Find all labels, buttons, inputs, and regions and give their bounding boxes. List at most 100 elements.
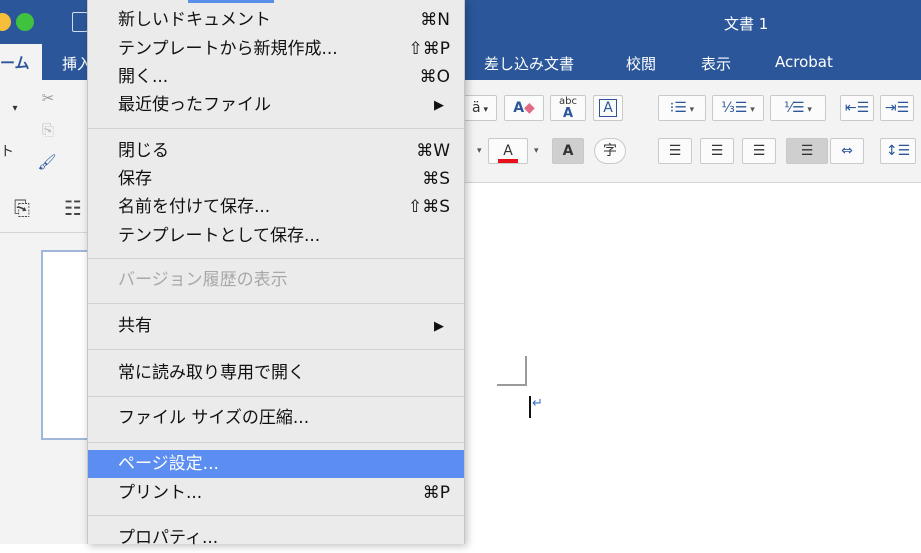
justify-button[interactable]: ☰ xyxy=(786,138,828,164)
submenu-arrow-icon: ▶ xyxy=(434,98,444,113)
sidebar-toggle-icon[interactable] xyxy=(72,12,88,32)
menu-item-label: 共有 xyxy=(118,316,152,336)
cut-icon[interactable]: ✂ xyxy=(36,86,60,110)
menu-item-share[interactable]: 共有 ▶ xyxy=(88,312,464,341)
align-right-button[interactable]: ☰ xyxy=(742,138,776,164)
menu-separator xyxy=(88,128,464,129)
justify-icon: ☰ xyxy=(800,143,814,159)
tab-home[interactable]: ーム xyxy=(0,44,42,81)
menu-shortcut: ⇧⌘P xyxy=(408,39,451,59)
tab-review[interactable]: 校閲 xyxy=(626,53,656,74)
increase-indent-button[interactable]: ⇥☰ xyxy=(880,95,914,121)
menu-item-label: 最近使ったファイル xyxy=(118,95,271,115)
menu-separator xyxy=(88,349,464,350)
minimize-button[interactable] xyxy=(0,13,11,31)
menu-item-label: ファイル サイズの圧縮... xyxy=(118,408,310,428)
menu-separator xyxy=(88,442,464,443)
text-effects-glyph: A xyxy=(513,100,525,116)
line-spacing-icon: ↕☰ xyxy=(885,143,911,159)
character-border-button[interactable]: A xyxy=(593,95,623,121)
menu-item-label: プリント... xyxy=(118,483,203,503)
menu-shortcut: ⇧⌘S xyxy=(407,197,450,217)
decrease-indent-button[interactable]: ⇤☰ xyxy=(840,95,874,121)
menu-item-label: テンプレートとして保存... xyxy=(118,226,321,246)
numbered-list-icon: ⅓☰ xyxy=(721,100,748,116)
enclose-characters-button[interactable]: 字 xyxy=(594,138,626,164)
menu-item-open[interactable]: 開く... ⌘O xyxy=(88,63,464,92)
phonetic-guide-icon: A xyxy=(562,106,574,121)
line-spacing-button[interactable]: ↕☰ xyxy=(880,138,916,164)
distributed-button[interactable]: ⇔ xyxy=(830,138,864,164)
multilevel-list-button[interactable]: ⅟☰ ▾ xyxy=(770,95,826,121)
menu-item-save[interactable]: 保存 ⌘S xyxy=(88,165,464,194)
menu-item-always-open-read-only[interactable]: 常に読み取り専用で開く xyxy=(88,359,464,388)
enclose-characters-glyph: 字 xyxy=(603,143,617,159)
change-case-button[interactable]: ä ▾ xyxy=(463,95,497,121)
character-border-glyph: A xyxy=(599,99,617,117)
menu-shortcut: ⌘P xyxy=(422,483,450,503)
font-color-glyph: A xyxy=(498,143,518,163)
align-center-icon: ☰ xyxy=(710,143,724,159)
menu-separator xyxy=(88,396,464,397)
dropdown-arrow-icon[interactable]: ▾ xyxy=(8,97,22,121)
phonetic-guide-button[interactable]: abc A xyxy=(550,95,586,121)
align-center-button[interactable]: ☰ xyxy=(700,138,734,164)
menu-shortcut: ⌘N xyxy=(420,10,450,30)
dropdown-arrow-icon: ▾ xyxy=(747,105,755,115)
tab-mailings[interactable]: 差し込み文書 xyxy=(484,53,574,74)
menu-item-label: バージョン履歴の表示 xyxy=(118,270,288,290)
outline-list-icon[interactable]: ☷ xyxy=(64,196,82,220)
zoom-button[interactable] xyxy=(16,13,34,31)
text-cursor xyxy=(529,396,531,418)
dropdown-arrow-icon: ▾ xyxy=(686,105,695,115)
text-effects-button[interactable]: A◆ xyxy=(504,95,544,121)
menu-title-highlight xyxy=(188,0,274,3)
menu-item-close[interactable]: 閉じる ⌘W xyxy=(88,137,464,166)
paste-label: ト xyxy=(0,144,14,160)
menu-item-save-as[interactable]: 名前を付けて保存... ⇧⌘S xyxy=(88,193,464,222)
character-shading-button[interactable]: A xyxy=(552,138,584,164)
menu-item-label: 常に読み取り専用で開く xyxy=(118,363,305,383)
bullet-list-icon: ⁝☰ xyxy=(669,100,687,116)
menu-item-version-history: バージョン履歴の表示 xyxy=(88,266,464,295)
menu-item-new-from-template[interactable]: テンプレートから新規作成... ⇧⌘P xyxy=(88,35,464,64)
dropdown-arrow-icon: ▾ xyxy=(480,105,488,115)
menu-item-new-document[interactable]: 新しいドキュメント ⌘N xyxy=(88,6,464,35)
menu-item-label: 新しいドキュメント xyxy=(118,10,271,30)
menu-item-label: 保存 xyxy=(118,169,152,189)
dropdown-arrow-icon[interactable]: ▾ xyxy=(534,146,539,156)
menu-shortcut: ⌘W xyxy=(416,141,450,161)
menu-separator xyxy=(88,258,464,259)
menu-item-print[interactable]: プリント... ⌘P xyxy=(88,479,464,508)
tab-acrobat[interactable]: Acrobat xyxy=(775,53,833,71)
font-color-button[interactable]: A xyxy=(488,138,528,164)
multilevel-list-icon: ⅟☰ xyxy=(784,100,805,116)
character-shading-glyph: A xyxy=(562,143,574,159)
align-right-icon: ☰ xyxy=(752,143,766,159)
menu-separator xyxy=(88,303,464,304)
thumbnails-icon[interactable]: ⎘ xyxy=(14,196,30,220)
menu-item-page-setup[interactable]: ページ設定... xyxy=(88,450,464,478)
distributed-icon: ⇔ xyxy=(841,143,853,159)
copy-icon[interactable]: ⎘ xyxy=(36,118,60,142)
dropdown-arrow-icon[interactable]: ▾ xyxy=(477,146,482,156)
margin-corner-marker xyxy=(497,356,527,386)
menu-item-recent-files[interactable]: 最近使ったファイル ▶ xyxy=(88,91,464,120)
menu-item-save-as-template[interactable]: テンプレートとして保存... xyxy=(88,222,464,251)
paragraph-mark: ↵ xyxy=(532,396,543,411)
menu-item-properties[interactable]: プロパティ... xyxy=(88,524,464,553)
menu-item-label: 名前を付けて保存... xyxy=(118,197,271,217)
format-painter-icon[interactable]: 🖌 xyxy=(34,150,60,174)
menu-shortcut: ⌘O xyxy=(419,67,450,87)
increase-indent-icon: ⇥☰ xyxy=(884,100,910,116)
tab-view[interactable]: 表示 xyxy=(701,53,731,74)
bullets-button[interactable]: ⁝☰ ▾ xyxy=(658,95,706,121)
decrease-indent-icon: ⇤☰ xyxy=(844,100,870,116)
menu-item-compress-file-size[interactable]: ファイル サイズの圧縮... xyxy=(88,404,464,433)
navigation-pane-tabs: ⎘ ☷ xyxy=(0,182,90,233)
change-case-glyph: ä xyxy=(472,100,481,116)
window-title: 文書 1 xyxy=(724,15,769,33)
eraser-icon: ◆ xyxy=(524,100,535,116)
numbering-button[interactable]: ⅓☰ ▾ xyxy=(712,95,764,121)
align-left-button[interactable]: ☰ xyxy=(658,138,692,164)
